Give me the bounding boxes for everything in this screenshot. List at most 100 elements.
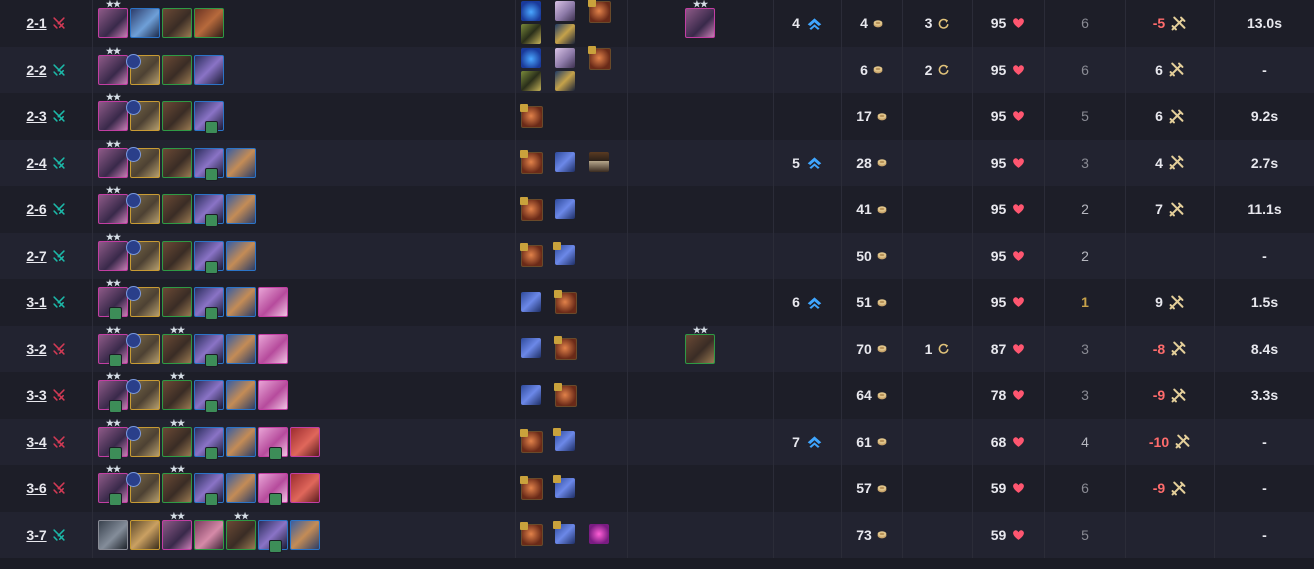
sword-item-icon[interactable] bbox=[555, 70, 575, 91]
champion-portrait[interactable] bbox=[126, 379, 160, 411]
table-row[interactable]: 3-2 ★★ ★★ ★★ 70 1 87 3 -8 8.4s bbox=[0, 325, 1314, 372]
pinkd-item-icon[interactable] bbox=[589, 524, 609, 545]
champion-portrait[interactable] bbox=[226, 147, 256, 178]
bow-item-icon[interactable] bbox=[521, 70, 541, 91]
champion-portrait[interactable] bbox=[194, 194, 224, 228]
champion-portrait[interactable] bbox=[126, 332, 160, 364]
glove-item-icon[interactable] bbox=[521, 291, 541, 312]
champion-portrait[interactable] bbox=[162, 101, 192, 132]
champion-portrait[interactable] bbox=[126, 425, 160, 457]
champion-portrait[interactable] bbox=[194, 147, 224, 181]
champion-portrait[interactable] bbox=[194, 287, 224, 321]
spat-item-icon[interactable] bbox=[520, 475, 543, 500]
champion-portrait[interactable]: ★★ bbox=[162, 372, 192, 411]
tear-item-icon[interactable] bbox=[521, 47, 541, 68]
champion-portrait[interactable]: ★★ bbox=[162, 325, 192, 364]
stage-link[interactable]: 3-4 bbox=[26, 434, 46, 450]
table-row[interactable]: 2-2 ★★ 6 2 95 6 6 - bbox=[0, 45, 1314, 93]
stage-link[interactable]: 2-6 bbox=[26, 201, 46, 217]
champion-portrait[interactable] bbox=[226, 194, 256, 225]
champion-portrait[interactable] bbox=[162, 240, 192, 271]
bow-item-icon[interactable] bbox=[521, 24, 541, 45]
champion-portrait[interactable] bbox=[126, 239, 160, 271]
spat-item-icon[interactable] bbox=[554, 336, 577, 361]
champion-portrait[interactable] bbox=[226, 473, 256, 504]
stage-link[interactable]: 2-2 bbox=[26, 62, 46, 78]
champion-portrait[interactable]: ★★ bbox=[98, 418, 128, 460]
champion-portrait[interactable] bbox=[290, 473, 320, 504]
champion-portrait[interactable] bbox=[194, 240, 224, 274]
glove-item-icon[interactable] bbox=[555, 198, 575, 219]
table-row[interactable]: 3-1 ★★ 6 51 95 1 9 1.5s bbox=[0, 279, 1314, 326]
table-row[interactable]: 2-6 ★★ 41 95 2 7 11.1s bbox=[0, 186, 1314, 233]
champion-portrait[interactable] bbox=[126, 53, 160, 85]
stage-link[interactable]: 2-4 bbox=[26, 155, 46, 171]
champion-portrait[interactable] bbox=[226, 380, 256, 411]
sword-item-icon[interactable] bbox=[555, 24, 575, 45]
stage-link[interactable]: 3-3 bbox=[26, 387, 46, 403]
champion-portrait[interactable] bbox=[162, 54, 192, 85]
table-row[interactable]: 3-4 ★★ ★★ 7 61 68 4 -10 - bbox=[0, 418, 1314, 465]
champion-portrait[interactable]: ★★ bbox=[98, 279, 128, 321]
champion-portrait[interactable] bbox=[258, 519, 288, 553]
glove-item-icon[interactable] bbox=[553, 521, 575, 545]
champion-portrait[interactable] bbox=[290, 519, 320, 550]
champion-portrait[interactable] bbox=[126, 193, 160, 225]
table-row[interactable]: 2-4 ★★ 5 28 95 3 4 2.7s bbox=[0, 139, 1314, 186]
champion-portrait[interactable] bbox=[258, 473, 288, 507]
glove-item-icon[interactable] bbox=[555, 152, 575, 173]
champion-portrait[interactable] bbox=[290, 426, 320, 457]
champion-portrait[interactable] bbox=[258, 380, 288, 411]
tear-item-icon[interactable] bbox=[521, 1, 541, 22]
glove-item-icon[interactable] bbox=[521, 384, 541, 405]
spat-item-icon[interactable] bbox=[554, 382, 577, 407]
champion-portrait[interactable]: ★★ bbox=[98, 0, 128, 39]
glove-item-icon[interactable] bbox=[553, 242, 575, 266]
champion-portrait[interactable] bbox=[226, 333, 256, 364]
table-row[interactable]: 2-7 ★★ 50 95 2 - bbox=[0, 232, 1314, 279]
bench-champion-portrait[interactable]: ★★ bbox=[685, 325, 715, 364]
glove-item-icon[interactable] bbox=[553, 428, 575, 452]
champion-portrait[interactable] bbox=[126, 472, 160, 504]
glove-item-icon[interactable] bbox=[553, 474, 575, 498]
champion-portrait[interactable]: ★★ bbox=[98, 465, 128, 507]
champion-portrait[interactable] bbox=[226, 287, 256, 318]
glove-item-icon[interactable] bbox=[521, 338, 541, 359]
champion-portrait[interactable] bbox=[226, 240, 256, 271]
champion-portrait[interactable] bbox=[194, 333, 224, 367]
champion-portrait[interactable] bbox=[126, 146, 160, 178]
champion-portrait[interactable]: ★★ bbox=[98, 372, 128, 414]
champion-portrait[interactable] bbox=[126, 100, 160, 132]
champion-portrait[interactable] bbox=[258, 426, 288, 460]
champion-portrait[interactable] bbox=[194, 519, 224, 550]
stage-link[interactable]: 2-7 bbox=[26, 248, 46, 264]
champion-portrait[interactable] bbox=[130, 519, 160, 550]
champion-portrait[interactable] bbox=[194, 380, 224, 414]
champion-portrait[interactable] bbox=[162, 287, 192, 318]
stat-item-icon[interactable] bbox=[555, 1, 575, 22]
champion-portrait[interactable]: ★★ bbox=[98, 46, 128, 85]
bench-champion-portrait[interactable]: ★★ bbox=[685, 0, 715, 39]
champion-portrait[interactable] bbox=[126, 286, 160, 318]
spat-item-icon[interactable] bbox=[520, 150, 543, 175]
spat-item-icon[interactable] bbox=[554, 289, 577, 314]
spat-item-icon[interactable] bbox=[520, 429, 543, 454]
champion-portrait[interactable]: ★★ bbox=[98, 232, 128, 271]
spat-item-icon[interactable] bbox=[520, 103, 543, 128]
stage-link[interactable]: 3-2 bbox=[26, 341, 46, 357]
champion-portrait[interactable] bbox=[258, 333, 288, 364]
champion-portrait[interactable]: ★★ bbox=[162, 511, 192, 550]
champion-portrait[interactable] bbox=[226, 426, 256, 457]
stage-link[interactable]: 2-3 bbox=[26, 108, 46, 124]
champion-portrait[interactable] bbox=[98, 519, 128, 550]
spat-item-icon[interactable] bbox=[520, 243, 543, 268]
champion-portrait[interactable]: ★★ bbox=[98, 139, 128, 178]
champion-portrait[interactable] bbox=[162, 147, 192, 178]
spat-item-icon[interactable] bbox=[520, 196, 543, 221]
champion-portrait[interactable] bbox=[194, 8, 224, 39]
champion-portrait[interactable] bbox=[162, 8, 192, 39]
champion-portrait[interactable]: ★★ bbox=[162, 465, 192, 504]
spat-item-icon[interactable] bbox=[588, 0, 611, 24]
champion-portrait[interactable] bbox=[130, 8, 160, 39]
champion-portrait[interactable]: ★★ bbox=[162, 418, 192, 457]
